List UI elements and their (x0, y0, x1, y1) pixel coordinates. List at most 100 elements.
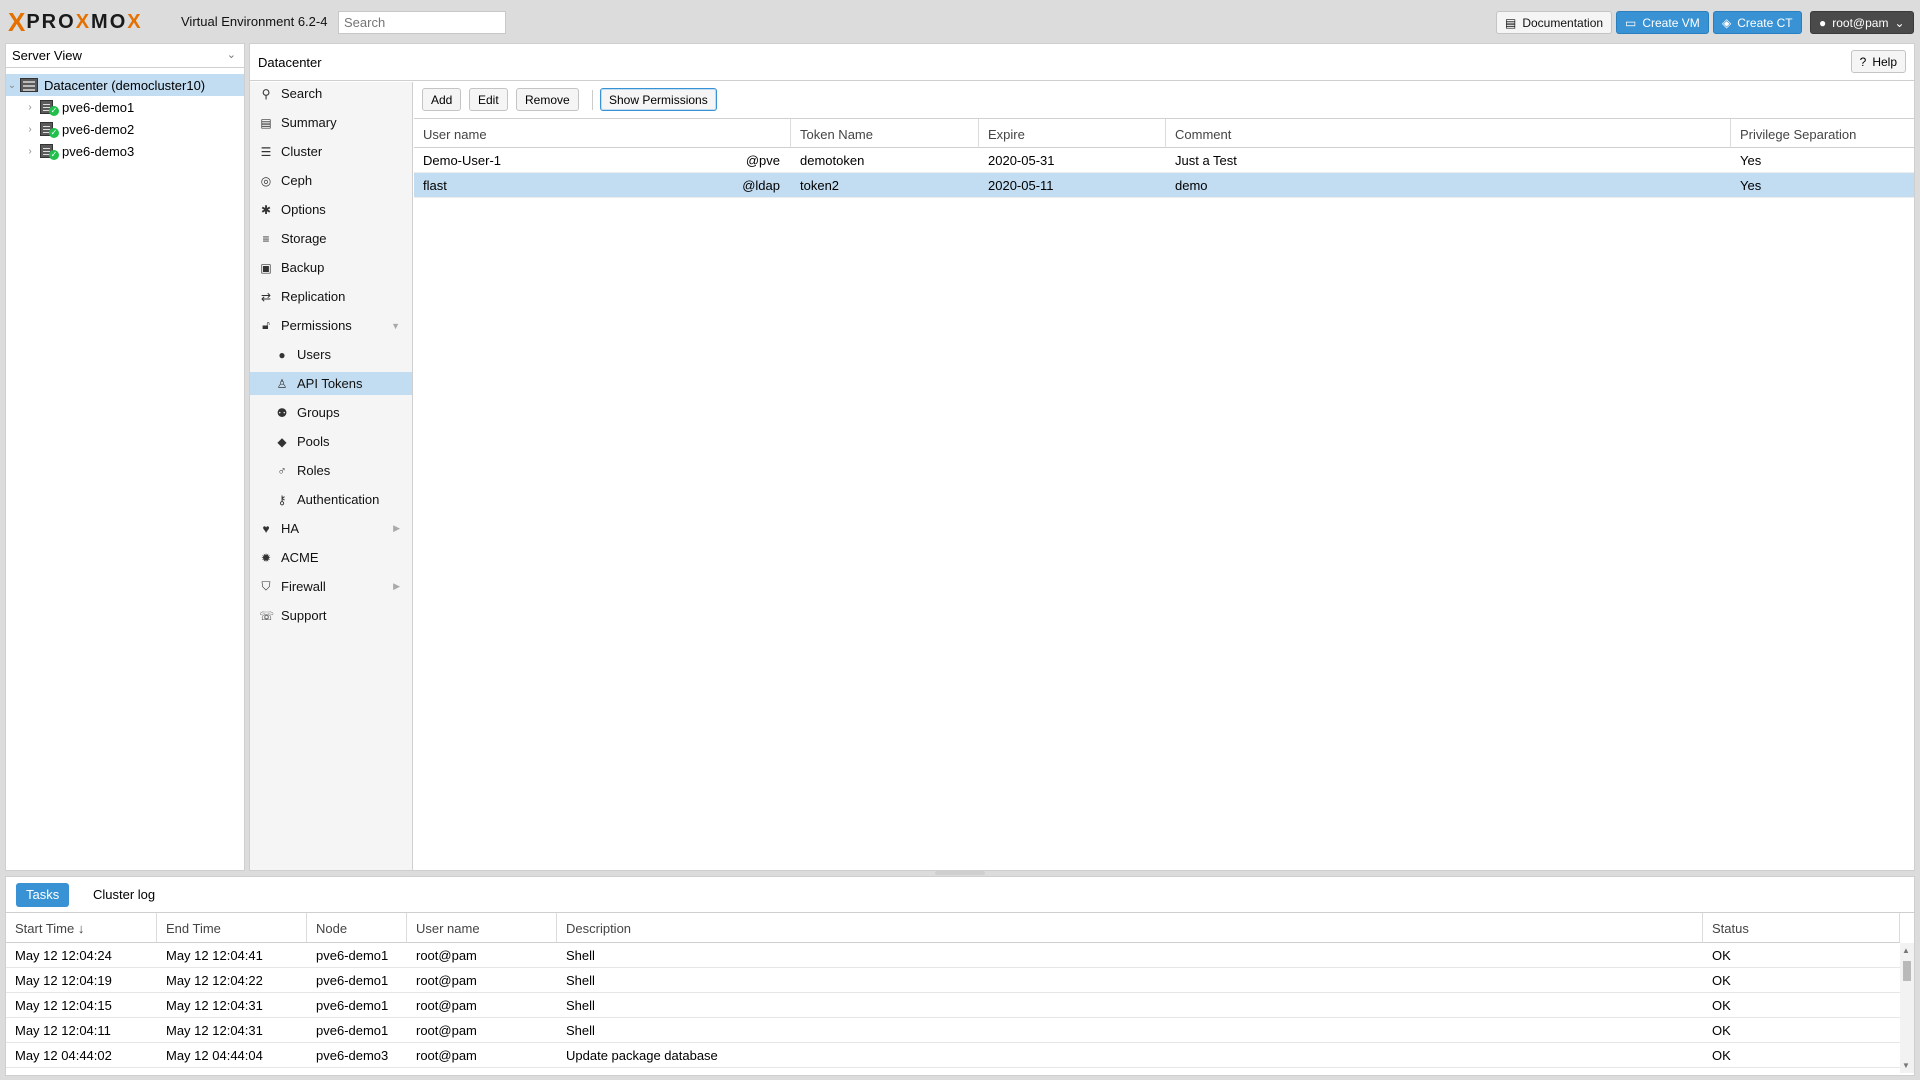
logo-wordmark: PROXMOX (26, 11, 143, 33)
column-header-user-name[interactable]: User name (407, 913, 557, 943)
nav-item-users[interactable]: ● Users (250, 343, 412, 366)
cell-end-time: May 12 12:04:31 (166, 1023, 263, 1038)
cell-status: OK (1712, 1048, 1731, 1063)
help-button[interactable]: ? Help (1850, 50, 1906, 73)
column-header-comment[interactable]: Comment (1166, 119, 1731, 148)
tab-tasks[interactable]: Tasks (16, 883, 70, 907)
cell-expire: 2020-05-11 (988, 178, 1054, 193)
cell-end-time: May 12 04:44:04 (166, 1048, 263, 1063)
cell-start-time: May 12 12:04:15 (15, 998, 112, 1013)
version-label: Virtual Environment 6.2-4 (181, 14, 328, 29)
create-vm-button[interactable]: ▭ Create VM (1616, 11, 1709, 34)
collapse-icon[interactable]: ⌄ (6, 80, 18, 91)
add-button[interactable]: Add (422, 88, 462, 111)
cell-end-time: May 12 12:04:22 (166, 973, 263, 988)
table-row[interactable]: flast @ldap token2 2020-05-11 demo Yes (414, 173, 1914, 198)
user-menu-button[interactable]: ● root@pam ⌄ (1810, 11, 1914, 34)
column-header-privilege-separation[interactable]: Privilege Separation (1731, 119, 1914, 148)
nav-item-backup[interactable]: ▣ Backup (250, 256, 412, 279)
cell-node: pve6-demo1 (316, 1023, 389, 1038)
nav-item-cluster[interactable]: ☰ Cluster (250, 140, 412, 163)
nav-item-replication[interactable]: ⇄ Replication (250, 285, 412, 308)
column-header-token-name[interactable]: Token Name (791, 119, 979, 148)
table-row[interactable]: May 12 12:04:15 May 12 12:04:31 pve6-dem… (6, 993, 1900, 1018)
expand-icon[interactable]: › (24, 146, 36, 157)
nav-item-api-tokens[interactable]: ♙ API Tokens (250, 372, 412, 395)
floppy-icon: ▣ (260, 260, 272, 275)
column-header-start-time[interactable]: Start Time ↓ (6, 913, 157, 943)
users-icon: ⚉ (276, 405, 288, 420)
cell-start-time: May 12 04:44:02 (15, 1048, 112, 1063)
remove-button[interactable]: Remove (516, 88, 579, 111)
nav-item-options[interactable]: ✱ Options (250, 198, 412, 221)
column-header-user-name[interactable]: User name (414, 119, 791, 148)
cell-user-name: root@pam (416, 1023, 477, 1038)
table-row[interactable]: May 12 12:04:19 May 12 12:04:22 pve6-dem… (6, 968, 1900, 993)
tree-node-pve6-demo2[interactable]: › ✓ pve6-demo2 (6, 118, 244, 140)
cell-comment: Just a Test (1175, 153, 1237, 168)
expand-icon[interactable]: › (24, 124, 36, 135)
panel-splitter-handle[interactable] (935, 871, 985, 875)
nav-item-support[interactable]: ☏ Support (250, 604, 412, 627)
male-icon: ♂ (277, 463, 287, 478)
column-header-status[interactable]: Status (1703, 913, 1900, 943)
edit-button[interactable]: Edit (469, 88, 508, 111)
task-list-scrollbar[interactable]: ▲ ▼ (1900, 943, 1914, 1073)
cell-user-name: flast (423, 178, 447, 193)
cell-comment: demo (1175, 178, 1208, 193)
column-header-expire[interactable]: Expire (979, 119, 1166, 148)
proxmox-logo[interactable]: X PROXMOX (8, 9, 143, 35)
cell-node: pve6-demo1 (316, 973, 389, 988)
view-selector[interactable]: Server View ⌄ (6, 44, 244, 68)
datacenter-panel: Datacenter ? Help ⚲ Search ▤ Summary ☰ Clus… (249, 43, 1915, 871)
table-row[interactable]: May 12 04:44:02 May 12 04:44:04 pve6-dem… (6, 1043, 1900, 1068)
scrollbar-thumb[interactable] (1903, 961, 1911, 981)
documentation-button[interactable]: ▤ Documentation (1496, 11, 1613, 34)
column-header-node[interactable]: Node (307, 913, 407, 943)
scroll-up-icon[interactable]: ▲ (1902, 946, 1910, 955)
page-title: Datacenter (258, 55, 322, 70)
cell-description: Shell (566, 948, 595, 963)
grid-toolbar: Add Edit Remove Show Permissions (414, 82, 1914, 119)
node-online-icon: ✓ (40, 143, 59, 160)
tags-icon: ◆ (277, 434, 287, 449)
nav-item-storage[interactable]: ≡ Storage (250, 227, 412, 250)
nav-item-summary[interactable]: ▤ Summary (250, 111, 412, 134)
tree-node-pve6-demo3[interactable]: › ✓ pve6-demo3 (6, 140, 244, 162)
nav-item-pools[interactable]: ◆ Pools (250, 430, 412, 453)
nav-item-ha[interactable]: ♥ HA ▶ (250, 517, 412, 540)
nav-item-acme[interactable]: ✹ ACME (250, 546, 412, 569)
table-row[interactable]: Demo-User-1 @pve demotoken 2020-05-31 Ju… (414, 148, 1914, 173)
certificate-icon: ✹ (260, 550, 272, 565)
node-online-icon: ✓ (40, 99, 59, 116)
tree-datacenter[interactable]: ⌄ Datacenter (democluster10) (6, 74, 244, 96)
column-header-end-time[interactable]: End Time (157, 913, 307, 943)
nav-item-ceph[interactable]: ◎ Ceph (250, 169, 412, 192)
top-bar: X PROXMOX Virtual Environment 6.2-4 ▤ Do… (0, 0, 1920, 43)
gear-icon: ✱ (260, 202, 272, 217)
show-permissions-button[interactable]: Show Permissions (600, 88, 717, 111)
user-icon: ● (1819, 15, 1827, 30)
expand-icon[interactable]: › (24, 102, 36, 113)
nav-item-firewall[interactable]: ⛉ Firewall ▶ (250, 575, 412, 598)
search-input[interactable] (338, 11, 506, 34)
nav-item-authentication[interactable]: ⚷ Authentication (250, 488, 412, 511)
scroll-down-icon[interactable]: ▼ (1902, 1061, 1910, 1070)
cell-description: Shell (566, 1023, 595, 1038)
nav-item-roles[interactable]: ♂ Roles (250, 459, 412, 482)
nav-item-groups[interactable]: ⚉ Groups (250, 401, 412, 424)
nav-item-permissions[interactable]: 🔓︎ Permissions ▼ (250, 314, 412, 337)
cell-node: pve6-demo1 (316, 948, 389, 963)
column-header-description[interactable]: Description (557, 913, 1703, 943)
api-tokens-view: Add Edit Remove Show Permissions User na… (414, 82, 1914, 870)
datacenter-icon (20, 78, 38, 92)
cell-realm: @pve (745, 153, 780, 168)
table-row[interactable]: May 12 12:04:11 May 12 12:04:31 pve6-dem… (6, 1018, 1900, 1043)
tab-cluster-log[interactable]: Cluster log (83, 883, 165, 907)
create-ct-button[interactable]: ◈ Create CT (1713, 11, 1802, 34)
table-row[interactable]: May 12 12:04:24 May 12 12:04:41 pve6-dem… (6, 943, 1900, 968)
cell-realm: @ldap (742, 178, 780, 193)
cell-status: OK (1712, 998, 1731, 1013)
tree-node-pve6-demo1[interactable]: › ✓ pve6-demo1 (6, 96, 244, 118)
nav-item-search[interactable]: ⚲ Search (250, 82, 412, 105)
